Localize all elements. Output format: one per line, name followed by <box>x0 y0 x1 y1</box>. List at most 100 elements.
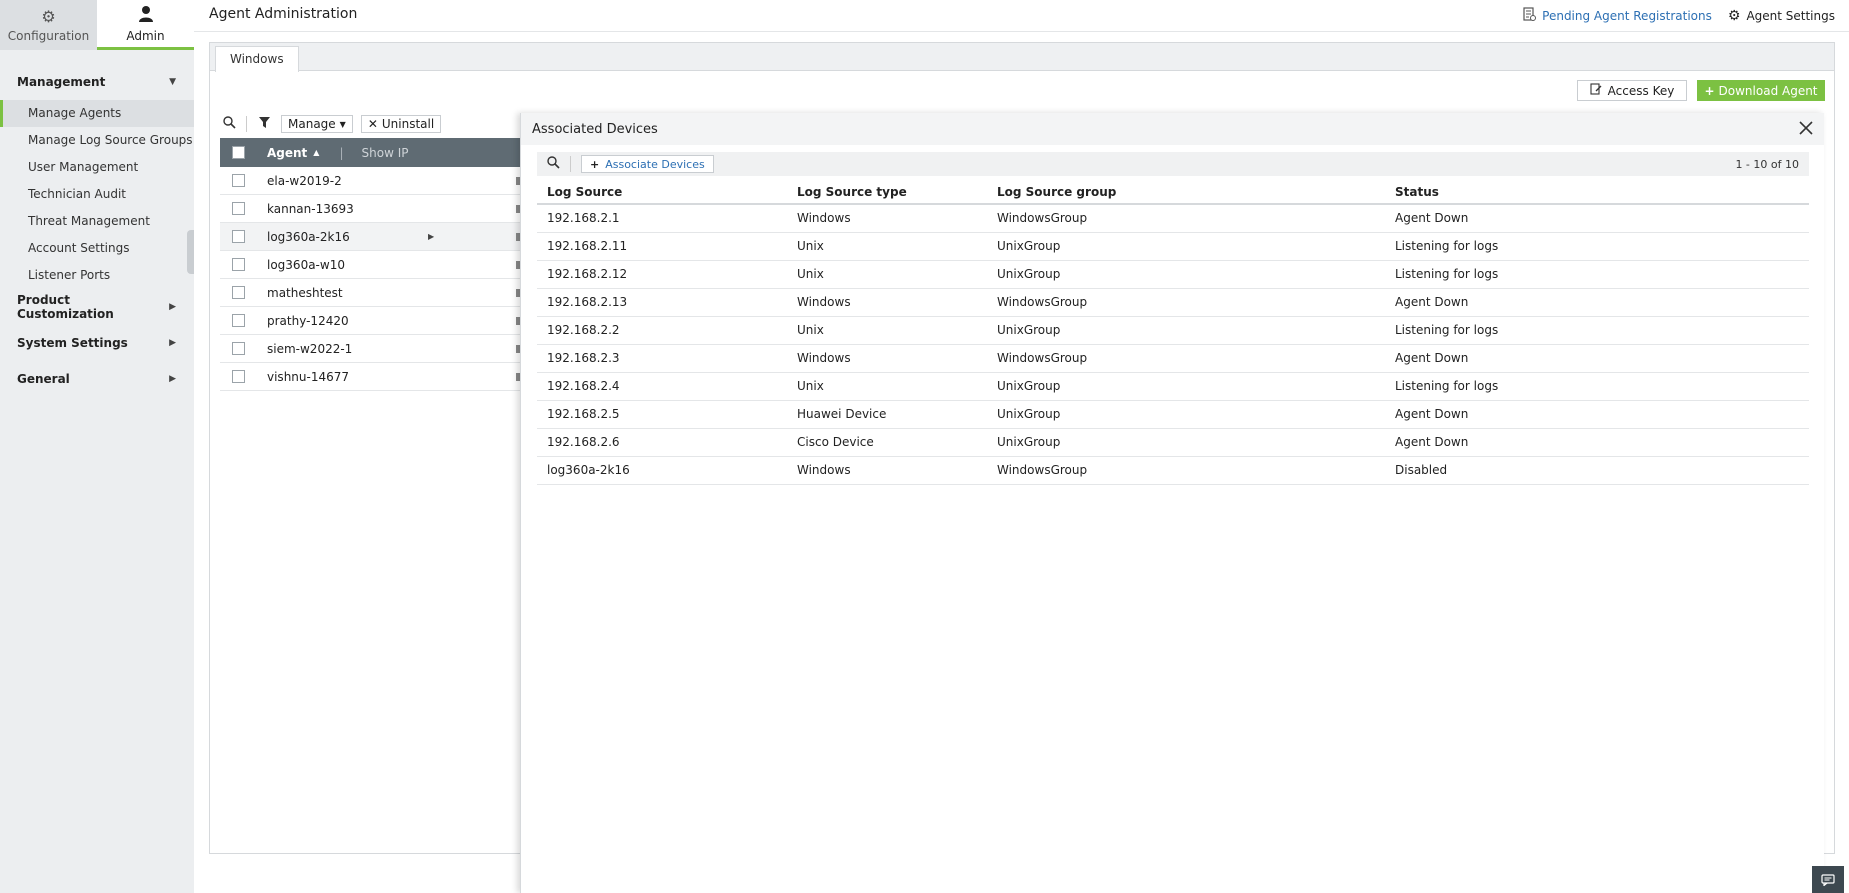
tab-admin[interactable]: Admin <box>97 0 194 50</box>
table-row[interactable]: ela-w2019-2 <box>220 167 520 195</box>
nav-section-general-label: General <box>17 372 70 386</box>
agents-toolbar: Manage ▼ ✕ Uninstall <box>220 115 442 133</box>
agent-name: siem-w2022-1 <box>267 341 353 356</box>
search-icon[interactable] <box>220 115 238 133</box>
sidebar-item-manage-log-source-groups[interactable]: Manage Log Source Groups <box>0 127 194 154</box>
table-row[interactable]: log360a-2k16 Windows WindowsGroup Disabled <box>537 456 1809 485</box>
download-agent-button[interactable]: + Download Agent <box>1697 80 1825 101</box>
table-row[interactable]: 192.168.2.1 Windows WindowsGroup Agent Down <box>537 204 1809 233</box>
tab-admin-label: Admin <box>126 28 165 43</box>
column-agent[interactable]: Agent <box>267 146 307 160</box>
row-checkbox[interactable] <box>232 174 245 187</box>
uninstall-button[interactable]: ✕ Uninstall <box>360 115 442 133</box>
cell-log-source: 192.168.2.5 <box>537 400 787 429</box>
nav-section-system-settings-label: System Settings <box>17 336 128 350</box>
cell-type: Windows <box>787 204 987 233</box>
table-row[interactable]: 192.168.2.6 Cisco Device UnixGroup Agent Do… <box>537 428 1809 457</box>
cell-log-source: 192.168.2.2 <box>537 316 787 345</box>
select-all-checkbox[interactable] <box>232 146 245 159</box>
pending-agent-registrations-link[interactable]: Pending Agent Registrations <box>1523 7 1712 24</box>
panel-header: Associated Devices <box>521 113 1824 145</box>
table-row[interactable]: prathy-12420 <box>220 307 520 335</box>
cell-log-source: 192.168.2.6 <box>537 428 787 457</box>
status-badge: Listening for logs <box>1385 372 1809 401</box>
chevron-right-icon: ▶ <box>169 302 176 312</box>
associate-devices-label: Associate Devices <box>605 157 705 171</box>
nav-section-product-customization[interactable]: Product Customization ▶ <box>0 289 194 325</box>
sidebar-item-threat-management[interactable]: Threat Management <box>0 208 194 235</box>
filter-icon[interactable] <box>255 116 273 132</box>
agent-name: matheshtest <box>267 285 343 300</box>
sidebar-item-user-management[interactable]: User Management <box>0 154 194 181</box>
agents-table-header: Agent ▲ | Show IP <box>220 138 520 167</box>
status-badge: Agent Down <box>1385 204 1809 233</box>
table-row[interactable]: 192.168.2.5 Huawei Device UnixGroup Agent D… <box>537 400 1809 429</box>
nav-section-system-settings[interactable]: System Settings ▶ <box>0 325 194 361</box>
sidebar-collapse-handle[interactable] <box>187 230 194 274</box>
cell-group: UnixGroup <box>987 260 1385 289</box>
status-badge: Listening for logs <box>1385 316 1809 345</box>
nav-section-general[interactable]: General ▶ <box>0 361 194 397</box>
column-log-source-type[interactable]: Log Source type <box>787 180 987 205</box>
gear-icon: ⚙ <box>41 6 56 26</box>
cell-log-source: 192.168.2.12 <box>537 260 787 289</box>
status-badge: Disabled <box>1385 456 1809 485</box>
nav-section-management-label: Management <box>17 75 106 89</box>
toolbar-divider <box>570 156 571 172</box>
sidebar-item-manage-agents[interactable]: Manage Agents <box>0 100 194 127</box>
row-checkbox[interactable] <box>232 314 245 327</box>
table-row[interactable]: siem-w2022-1 <box>220 335 520 363</box>
table-row[interactable]: 192.168.2.11 Unix UnixGroup Listening for l… <box>537 232 1809 261</box>
table-row[interactable]: 192.168.2.4 Unix UnixGroup Listening for lo… <box>537 372 1809 401</box>
row-checkbox[interactable] <box>232 286 245 299</box>
tab-configuration[interactable]: ⚙ Configuration <box>0 0 97 50</box>
table-row[interactable]: 192.168.2.2 Unix UnixGroup Listening for lo… <box>537 316 1809 345</box>
close-icon[interactable] <box>1799 119 1813 140</box>
manage-dropdown[interactable]: Manage ▼ <box>281 115 353 133</box>
column-status[interactable]: Status <box>1385 180 1809 205</box>
table-row[interactable]: 192.168.2.13 Windows WindowsGroup Agent Dow… <box>537 288 1809 317</box>
cell-type: Unix <box>787 372 987 401</box>
cell-group: UnixGroup <box>987 372 1385 401</box>
nav-section-product-customization-label: Product Customization <box>17 293 114 321</box>
os-tab-strip: Windows <box>210 43 1834 72</box>
tab-windows[interactable]: Windows <box>215 46 299 72</box>
column-log-source-group[interactable]: Log Source group <box>987 180 1385 205</box>
cell-log-source: 192.168.2.4 <box>537 372 787 401</box>
caret-right-icon[interactable]: ▶ <box>428 232 434 241</box>
row-checkbox[interactable] <box>232 258 245 271</box>
row-checkbox[interactable] <box>232 202 245 215</box>
agent-name: vishnu-14677 <box>267 369 350 384</box>
column-log-source[interactable]: Log Source <box>537 180 787 205</box>
agents-list: ela-w2019-2 kannan-13693 log360a-2k16 ▶ l… <box>220 167 520 391</box>
search-icon[interactable] <box>544 155 562 173</box>
access-key-button[interactable]: Access Key <box>1577 80 1687 101</box>
sidebar-item-technician-audit[interactable]: Technician Audit <box>0 181 194 208</box>
table-row[interactable]: 192.168.2.12 Unix UnixGroup Listening for l… <box>537 260 1809 289</box>
agent-name: ela-w2019-2 <box>267 173 342 188</box>
row-checkbox[interactable] <box>232 230 245 243</box>
row-checkbox[interactable] <box>232 342 245 355</box>
sidebar-item-listener-ports[interactable]: Listener Ports <box>0 262 194 289</box>
cell-type: Windows <box>787 456 987 485</box>
table-row[interactable]: vishnu-14677 <box>220 363 520 391</box>
sort-asc-icon[interactable]: ▲ <box>313 148 319 157</box>
associate-devices-button[interactable]: + Associate Devices <box>581 155 714 173</box>
nav-section-management[interactable]: Management ▼ <box>0 64 194 100</box>
agent-settings-link[interactable]: ⚙ Agent Settings <box>1728 8 1835 24</box>
row-checkbox[interactable] <box>232 370 245 383</box>
chevron-right-icon: ▶ <box>169 374 176 384</box>
table-row[interactable]: log360a-2k16 ▶ <box>220 223 520 251</box>
toolbar-divider <box>246 116 247 132</box>
cell-group: WindowsGroup <box>987 204 1385 233</box>
status-badge: Agent Down <box>1385 344 1809 373</box>
table-row[interactable]: 192.168.2.3 Windows WindowsGroup Agent Down <box>537 344 1809 373</box>
sidebar-item-account-settings[interactable]: Account Settings <box>0 235 194 262</box>
table-row[interactable]: matheshtest <box>220 279 520 307</box>
status-badge: Agent Down <box>1385 400 1809 429</box>
table-row[interactable]: kannan-13693 <box>220 195 520 223</box>
table-row[interactable]: log360a-w10 <box>220 251 520 279</box>
chat-icon[interactable] <box>1812 866 1844 893</box>
sidebar: ⚙ Configuration Admin Management ▼ Manag… <box>0 0 194 893</box>
show-ip-toggle[interactable]: Show IP <box>362 146 409 160</box>
